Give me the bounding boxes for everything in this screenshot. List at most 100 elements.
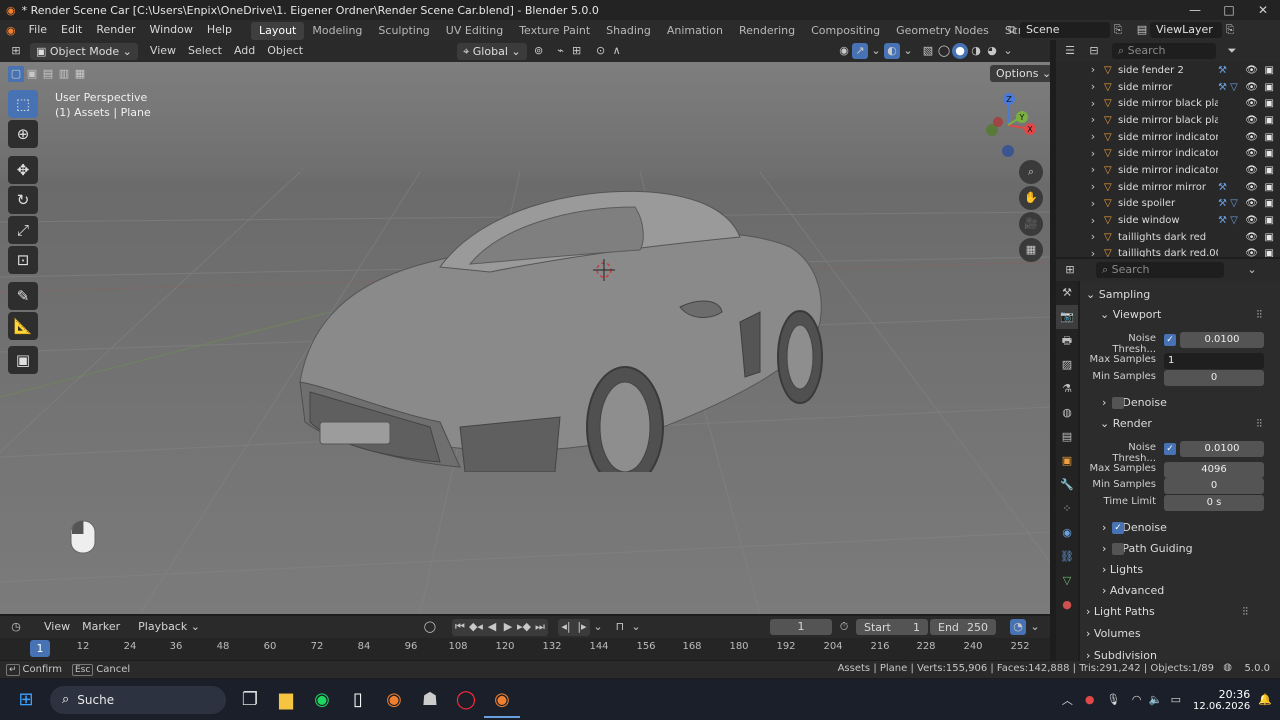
outliner-item[interactable]: ›▽side mirror black plast👁▣ [1056,95,1280,112]
navigation-gizmo[interactable]: Z X Y [976,90,1040,160]
r-time-limit-field[interactable]: 0 s [1164,495,1264,511]
expand-arrow-icon[interactable]: › [1088,229,1098,245]
tab-sculpting[interactable]: Sculpting [370,22,437,40]
shading-material-icon[interactable]: ◑ [968,43,984,59]
visibility-eye-icon[interactable]: 👁 [1245,148,1258,159]
render-subpanel-header[interactable]: ⌄ Render ⫶⫶ [1100,417,1274,430]
overlay-dropdown-icon[interactable]: ⌄ [900,43,916,59]
expand-arrow-icon[interactable]: › [1088,129,1098,145]
jump-start-icon[interactable]: ⏮ [452,619,468,635]
windows-start-icon[interactable]: ⊞ [8,682,44,718]
outliner-item[interactable]: › ▽ side spoiler ⚒ ▽ 👁 ▣ [1056,196,1280,213]
file-explorer-icon[interactable]: ▆ [268,682,304,718]
properties-options-icon[interactable]: ⌄ [1244,262,1260,278]
microphone-icon[interactable]: 🎙 [1106,693,1120,706]
visibility-icon[interactable]: ◉ [836,43,852,59]
close-button[interactable]: ✕ [1246,0,1280,20]
world-tab-icon[interactable]: ◍ [1056,401,1078,425]
menu-object[interactable]: Object [261,40,309,62]
jump-end-icon[interactable]: ⏭ [532,619,548,635]
visibility-eye-icon[interactable]: 👁 [1245,182,1258,193]
shading-rendered-icon[interactable]: ◕ [984,43,1000,59]
r-denoise-subpanel[interactable]: › ✓ Denoise [1102,521,1274,534]
tab-uv-editing[interactable]: UV Editing [438,22,511,40]
view-layer-tab-icon[interactable]: ▨ [1056,353,1078,377]
viewport-3d[interactable]: ▢ ▣ ▤ ▥ ▦ User Perspective (1) Assets | … [0,62,1050,614]
r-denoise-checkbox[interactable]: ✓ [1112,522,1124,534]
render-camera-icon[interactable]: ▣ [1265,65,1274,76]
view-layer-selector[interactable]: ViewLayer [1150,22,1222,38]
outliner-search-input[interactable]: ⌕ Search [1112,43,1216,59]
presets-icon[interactable]: ⫶⫶ [1243,605,1249,619]
visibility-eye-icon[interactable]: 👁 [1245,115,1258,126]
outliner-item[interactable]: ›▽side mirror black plast👁▣ [1056,112,1280,129]
visibility-eye-icon[interactable]: 👁 [1245,65,1258,76]
menu-file[interactable]: File [22,20,54,40]
modifier-tab-icon[interactable]: 🔧 [1056,473,1078,497]
timeline-marker-menu[interactable]: Marker [76,616,126,638]
opera-icon[interactable]: ◯ [448,682,484,718]
cursor-tool-icon[interactable]: ⊕ [8,120,38,148]
particles-tab-icon[interactable]: ⁘ [1056,497,1078,521]
visibility-eye-icon[interactable]: 👁 [1245,98,1258,109]
keying-set-dropdown-icon[interactable]: ⌄ [628,619,644,635]
material-tab-icon[interactable]: ● [1056,593,1078,617]
jump-keyframe-forward-icon[interactable]: ▸◆ [516,619,532,635]
minimize-button[interactable]: — [1178,0,1212,20]
outliner-item[interactable]: › ▽ side mirror mirror ⚒ 👁 ▣ [1056,179,1280,196]
menu-help[interactable]: Help [200,20,239,40]
visibility-eye-icon[interactable]: 👁 [1245,248,1258,257]
camera-view-icon[interactable]: 🎥 [1019,212,1043,236]
physics-tab-icon[interactable]: ◉ [1056,521,1078,545]
visibility-eye-icon[interactable]: 👁 [1245,132,1258,143]
tool-tab-icon[interactable]: ⚒ [1056,281,1078,305]
snap-icon[interactable]: ⌁ [553,43,569,59]
outliner-item[interactable]: › ▽ side window ⚒ ▽ 👁 ▣ [1056,212,1280,229]
shading-solid-icon[interactable]: ● [952,43,968,59]
visibility-eye-icon[interactable]: 👁 [1245,165,1258,176]
output-tab-icon[interactable]: 🖶 [1056,329,1078,353]
outliner-item[interactable]: › ▽ taillights dark red.001 👁 ▣ [1056,246,1280,257]
scene-selector[interactable]: Scene [1020,22,1110,38]
menu-window[interactable]: Window [143,20,200,40]
play-reverse-icon[interactable]: ◀ [484,619,500,635]
snap-target-icon[interactable]: ⊞ [569,43,585,59]
path-guiding-subpanel[interactable]: › Path Guiding [1102,542,1274,555]
proportional-edit-icon[interactable]: ⊙ [593,43,609,59]
outliner-item[interactable]: › ▽ side fender 2 ⚒ 👁 ▣ [1056,62,1280,79]
sync-dropdown-icon[interactable]: ⌄ [1027,619,1043,635]
render-camera-icon[interactable]: ▣ [1265,232,1274,243]
add-cube-tool-icon[interactable]: ▣ [8,346,38,374]
vp-max-samples-field[interactable]: 1 [1164,353,1264,369]
visibility-eye-icon[interactable]: 👁 [1245,198,1258,209]
render-camera-icon[interactable]: ▣ [1265,215,1274,226]
keying-dropdown-icon[interactable]: ⌄ [590,619,606,635]
maximize-button[interactable]: □ [1212,0,1246,20]
expand-arrow-icon[interactable]: › [1088,213,1098,229]
expand-arrow-icon[interactable]: › [1088,162,1098,178]
render-camera-icon[interactable]: ▣ [1265,115,1274,126]
xray-icon[interactable]: ▧ [920,43,936,59]
collection-tab-icon[interactable]: ▤ [1056,425,1078,449]
frame-end-field[interactable]: End 250 [930,619,996,635]
viewport-subpanel-header[interactable]: ⌄ Viewport ⫶⫶ [1100,308,1274,321]
tab-animation[interactable]: Animation [659,22,731,40]
measure-tool-icon[interactable]: 📐 [8,312,38,340]
gizmo-toggle-icon[interactable]: ↗ [852,43,868,59]
jump-keyframe-back-icon[interactable]: ◆◂ [468,619,484,635]
render-camera-icon[interactable]: ▣ [1265,182,1274,193]
move-tool-icon[interactable]: ✥ [8,156,38,184]
visibility-eye-icon[interactable]: 👁 [1245,232,1258,243]
pivot-icon[interactable]: ⊚ [531,43,547,59]
volume-icon[interactable]: 🔈 [1149,693,1163,706]
vp-noise-threshold-field[interactable]: 0.0100 [1180,332,1264,348]
overlay-toggle-icon[interactable]: ◐ [884,43,900,59]
tab-texture-paint[interactable]: Texture Paint [511,22,598,40]
expand-arrow-icon[interactable]: › [1088,196,1098,212]
wifi-icon[interactable]: ◜◝ [1132,693,1141,706]
outliner-item[interactable]: ›▽side mirror indicator le👁▣ [1056,129,1280,146]
menu-view[interactable]: View [144,40,182,62]
tab-compositing[interactable]: Compositing [803,22,888,40]
game-app-icon[interactable]: ☗ [412,682,448,718]
perspective-toggle-icon[interactable]: ▦ [1019,238,1043,262]
